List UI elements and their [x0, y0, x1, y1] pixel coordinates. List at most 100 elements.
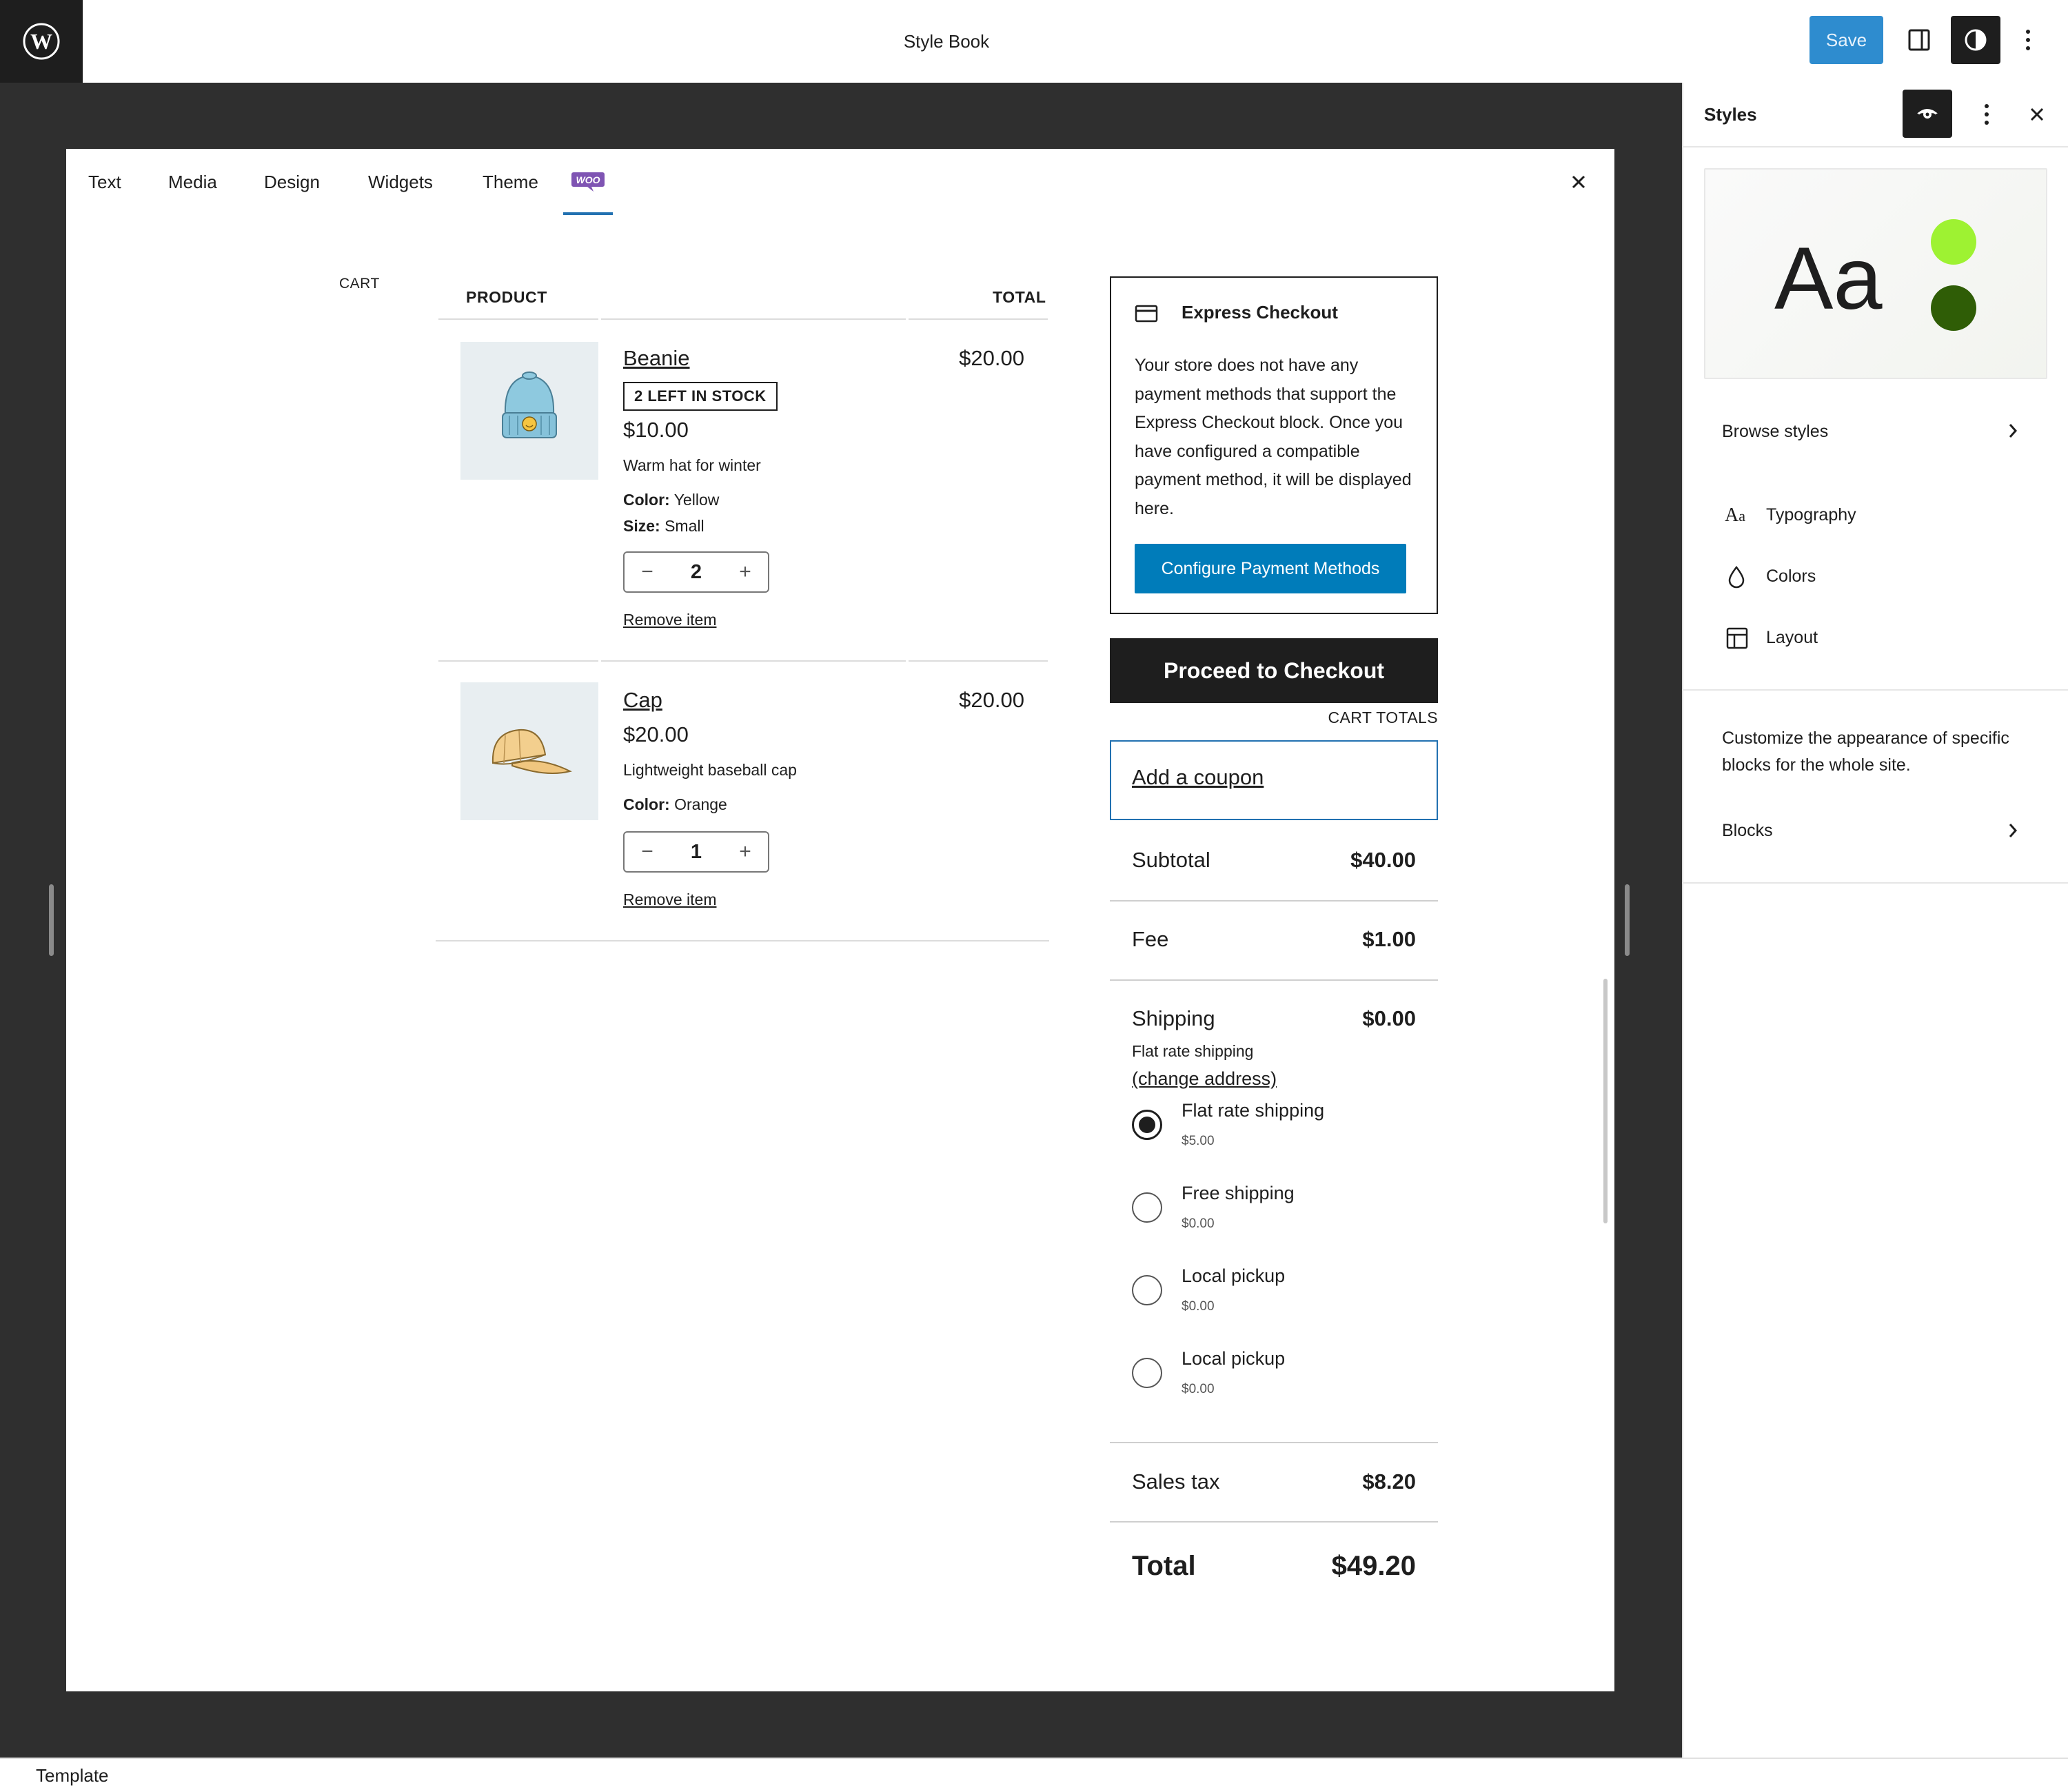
style-book-eye-icon[interactable] [1903, 90, 1952, 138]
remove-item-link[interactable]: Remove item [623, 890, 716, 909]
product-name-link[interactable]: Cap [623, 688, 662, 713]
more-options-icon[interactable] [2014, 19, 2042, 61]
frame-scrollbar[interactable] [1603, 979, 1608, 1223]
decrease-quantity-button[interactable]: − [637, 840, 658, 864]
footer-bar [0, 1759, 2068, 1792]
increase-quantity-button[interactable]: + [735, 560, 756, 584]
resize-handle-left[interactable] [49, 884, 54, 956]
chevron-right-icon[interactable] [2003, 420, 2023, 441]
document-title[interactable]: Style Book [0, 0, 1893, 83]
cart-bottom-divider [436, 940, 1049, 941]
product-column-header: PRODUCT [466, 288, 547, 306]
typography-icon: Aa [1725, 505, 1745, 526]
shipping-value: $0.00 [1362, 1006, 1416, 1030]
half-circle-icon [1965, 29, 1987, 51]
tab-active-indicator [563, 212, 613, 215]
configure-payment-methods-button[interactable]: Configure Payment Methods [1135, 544, 1406, 593]
fee-label: Fee [1132, 927, 1169, 951]
sidebar-title: Styles [1704, 104, 1757, 125]
sidebar-close-icon[interactable] [2023, 101, 2051, 128]
cap-image[interactable] [460, 682, 598, 820]
colors-icon [1727, 565, 1745, 592]
sidebar-item-typography[interactable]: Typography [1766, 505, 1856, 525]
shipping-method-label: Flat rate shipping [1132, 1042, 1254, 1060]
product-attribute: Size: Small [623, 517, 704, 536]
product-price: $20.00 [623, 722, 689, 746]
row-divider [601, 660, 906, 662]
shipping-option-radio[interactable] [1132, 1275, 1162, 1305]
quantity-stepper[interactable]: − 1 + [623, 831, 769, 873]
totals-divider [1110, 1521, 1438, 1523]
decrease-quantity-button[interactable]: − [637, 560, 658, 584]
product-description: Warm hat for winter [623, 456, 761, 474]
layout-icon [1726, 627, 1748, 653]
increase-quantity-button[interactable]: + [735, 840, 756, 864]
header-divider [438, 318, 598, 320]
fee-value: $1.00 [1362, 927, 1416, 951]
tab-text[interactable]: Text [88, 149, 121, 215]
shipping-option-radio[interactable] [1132, 1192, 1162, 1223]
total-column-header: TOTAL [993, 288, 1046, 306]
cart-totals-label: CART TOTALS [1328, 709, 1438, 726]
sidebar-item-layout[interactable]: Layout [1766, 628, 1818, 648]
save-button[interactable]: Save [1810, 16, 1883, 64]
sidebar-divider [1682, 882, 2068, 884]
attribute-key: Size: [623, 517, 660, 535]
totals-divider [1110, 979, 1438, 981]
quantity-stepper[interactable]: − 2 + [623, 551, 769, 593]
shipping-option-label[interactable]: Flat rate shipping [1182, 1100, 1324, 1121]
preview-color-swatch-secondary [1931, 285, 1976, 331]
shipping-option-label[interactable]: Local pickup [1182, 1265, 1285, 1287]
product-attribute: Color: Yellow [623, 491, 719, 509]
tab-woo[interactable]: WOO [571, 171, 605, 193]
shipping-option-label[interactable]: Free shipping [1182, 1183, 1295, 1204]
beanie-image[interactable] [460, 342, 598, 480]
tab-design[interactable]: Design [264, 149, 320, 215]
tab-theme[interactable]: Theme [483, 149, 538, 215]
express-checkout-title: Express Checkout [1182, 302, 1338, 323]
tab-widgets[interactable]: Widgets [368, 149, 433, 215]
blocks-description: Customize the appearance of specific blo… [1722, 729, 2009, 775]
total-value: $49.20 [1331, 1551, 1416, 1581]
sidebar-toggle-icon[interactable] [1903, 19, 1936, 61]
proceed-to-checkout-button[interactable]: Proceed to Checkout [1110, 638, 1438, 703]
sidebar-more-options-icon[interactable] [1973, 94, 2000, 135]
sidebar-header-divider [1682, 146, 2068, 147]
shipping-option-price: $5.00 [1182, 1134, 1215, 1148]
quantity-value[interactable]: 1 [691, 841, 702, 864]
browse-styles-item[interactable]: Browse styles [1722, 422, 1828, 442]
shipping-option-price: $0.00 [1182, 1216, 1215, 1231]
low-stock-badge: 2 LEFT IN STOCK [623, 382, 778, 411]
quantity-value[interactable]: 2 [691, 561, 702, 584]
totals-divider [1110, 900, 1438, 902]
sidebar-divider [1682, 689, 2068, 691]
sidebar-item-colors[interactable]: Colors [1766, 567, 1816, 587]
shipping-option-price: $0.00 [1182, 1299, 1215, 1314]
product-attribute: Color: Orange [623, 795, 727, 814]
attribute-key: Color: [623, 491, 670, 509]
tab-media[interactable]: Media [168, 149, 217, 215]
remove-item-link[interactable]: Remove item [623, 611, 716, 629]
shipping-option-price: $0.00 [1182, 1382, 1215, 1396]
chevron-right-icon[interactable] [2003, 820, 2023, 841]
styles-toggle-button[interactable] [1951, 16, 2000, 64]
attribute-value: Yellow [673, 491, 720, 509]
shipping-label: Shipping [1132, 1006, 1215, 1030]
change-address-link[interactable]: (change address) [1132, 1068, 1277, 1090]
shipping-option-radio[interactable] [1132, 1110, 1162, 1140]
shipping-option-radio[interactable] [1132, 1358, 1162, 1388]
preview-color-swatch-primary [1931, 219, 1976, 265]
breadcrumb[interactable]: Template [36, 1763, 109, 1788]
product-name-link[interactable]: Beanie [623, 346, 690, 371]
header-divider [909, 318, 1048, 320]
add-coupon-link[interactable]: Add a coupon [1132, 765, 1264, 790]
totals-divider [1110, 1442, 1438, 1443]
blocks-item[interactable]: Blocks [1722, 821, 1773, 841]
total-label: Total [1132, 1551, 1196, 1581]
product-price: $10.00 [623, 418, 689, 442]
resize-handle-right[interactable] [1625, 884, 1630, 956]
line-total: $20.00 [959, 688, 1024, 712]
subtotal-label: Subtotal [1132, 848, 1210, 872]
shipping-option-label[interactable]: Local pickup [1182, 1348, 1285, 1370]
close-icon[interactable] [1565, 168, 1592, 196]
